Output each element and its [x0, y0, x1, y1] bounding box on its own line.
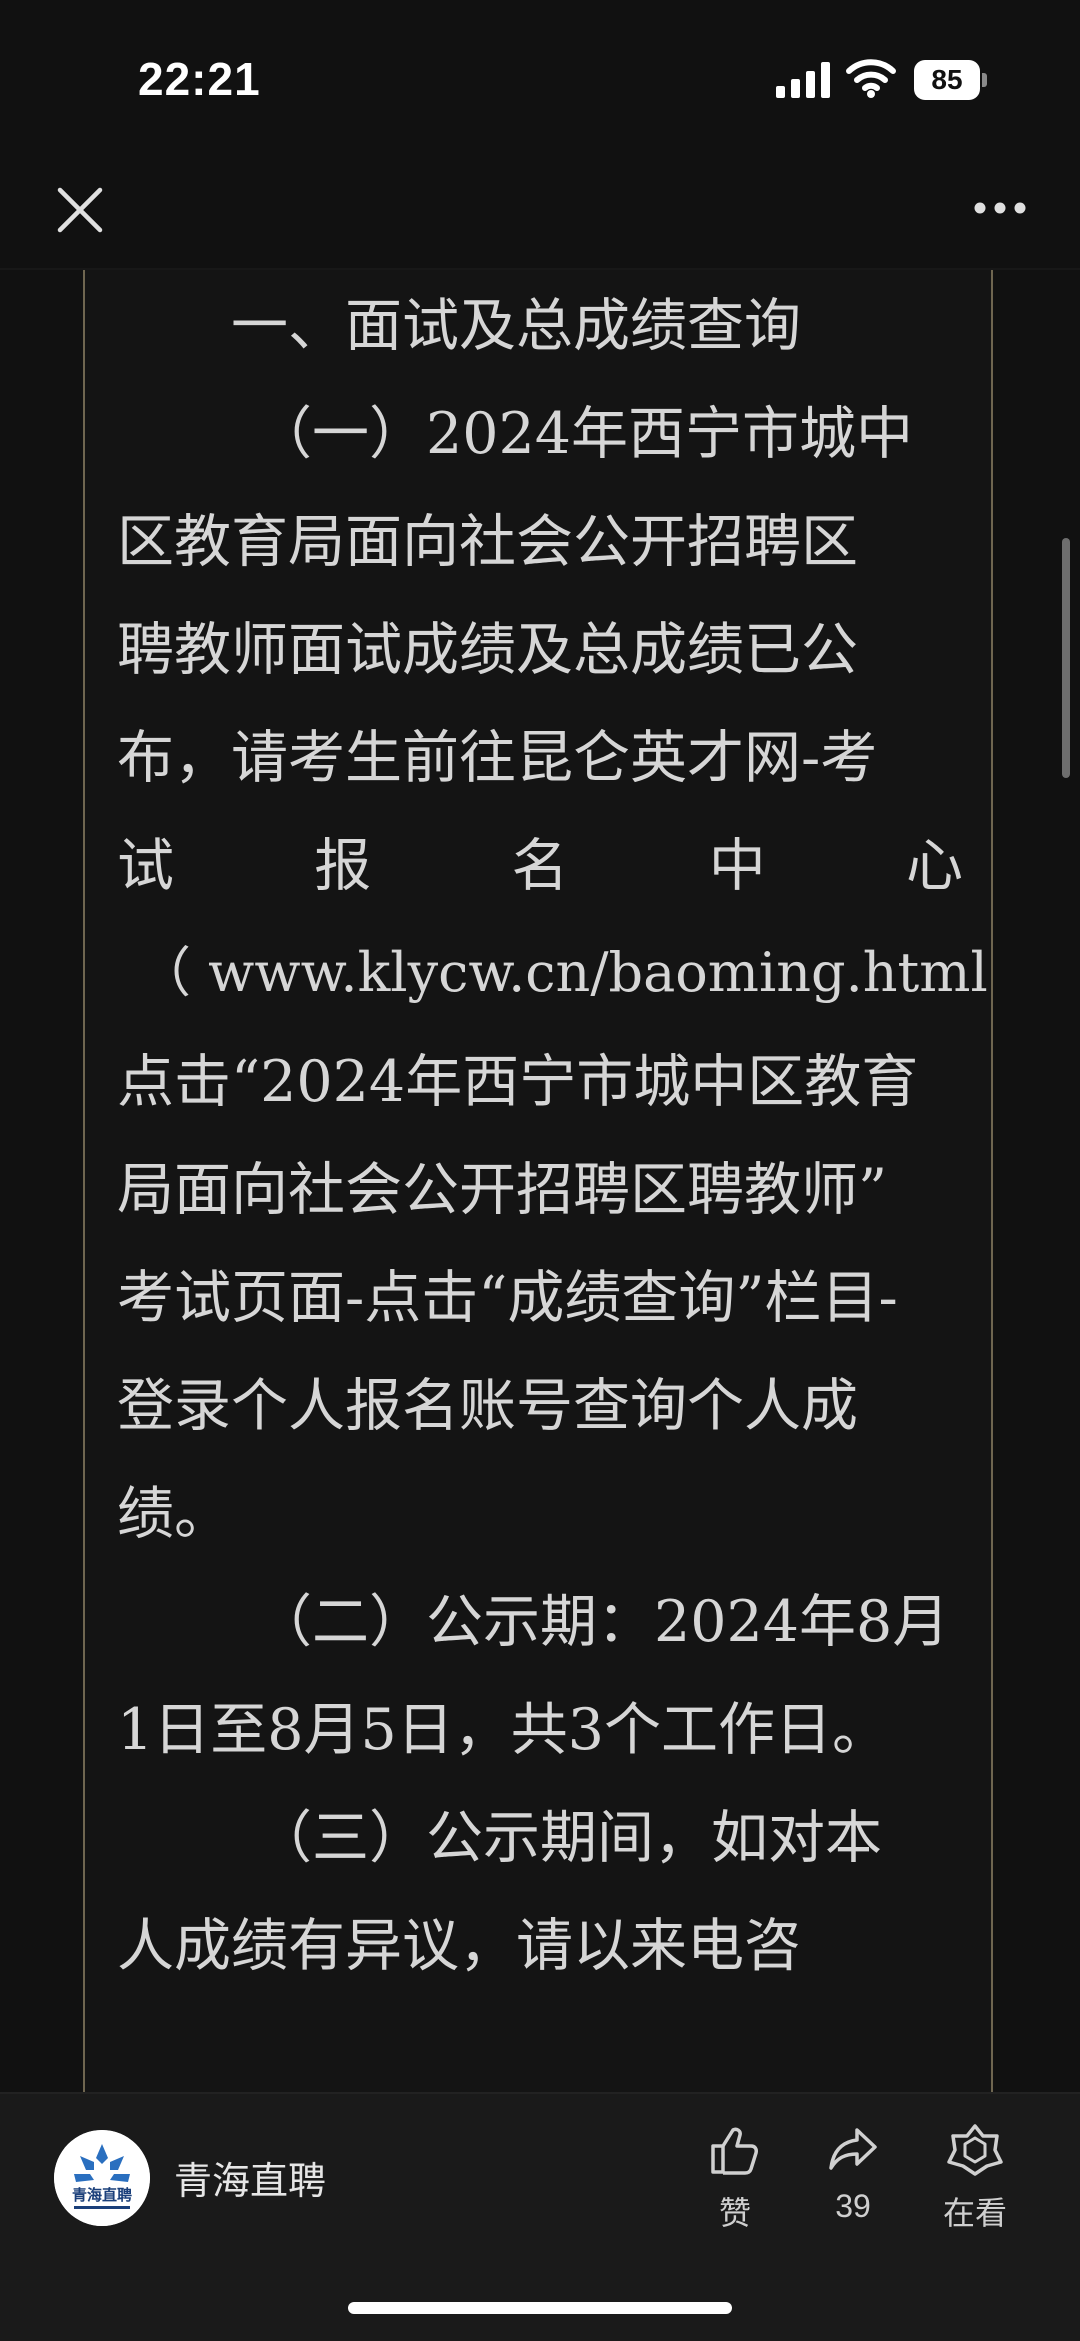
avatar-text: 青海直聘 — [72, 2186, 132, 2204]
share-button[interactable]: 39 — [798, 2122, 908, 2225]
account-name[interactable]: 青海直聘 — [174, 2150, 326, 2205]
article-line: 绩。 — [117, 1481, 231, 1547]
article-line: （二）公示期：2024年8月 — [255, 1589, 950, 1655]
article-line: （三）公示期间，如对本 — [255, 1805, 882, 1871]
share-count: 39 — [835, 2188, 871, 2224]
article-line: 1日至8月5日，共3个工作日。 — [117, 1697, 890, 1763]
article-line: 局面向社会公开招聘区聘教师” — [117, 1157, 888, 1223]
thumbs-up-icon — [711, 2127, 758, 2175]
spaced-char: 名 — [511, 833, 569, 899]
article-line: 人成绩有异议，请以来电咨 — [117, 1913, 801, 1979]
signal-icon — [776, 62, 830, 98]
home-indicator[interactable] — [348, 2302, 732, 2314]
article-url-line[interactable]: （ www.klycw.cn/baoming.html)- — [137, 928, 991, 1007]
status-bar: 22:21 85 — [0, 0, 1080, 160]
watching-flower-icon — [947, 2124, 1003, 2176]
article-line: 点击“2024年西宁市城中区教育 — [117, 1049, 919, 1115]
share-arrow-icon — [829, 2128, 877, 2170]
like-label: 赞 — [718, 2195, 751, 2231]
article-line-spaced: 试 报 名 中 心 — [117, 820, 963, 902]
spaced-char: 心 — [906, 833, 963, 899]
section-heading: 一、面试及总成绩查询 — [231, 293, 801, 359]
article-line: （一）2024年西宁市城中 — [255, 401, 914, 467]
article-line: 考试页面-点击“成绩查询”栏目- — [117, 1265, 898, 1331]
avatar-logo-icon: 青海直聘 — [54, 2130, 150, 2226]
article-line: 布，请考生前往昆仑英才网-考 — [117, 725, 878, 791]
like-button[interactable]: 赞 — [680, 2122, 790, 2234]
article-content: 一、面试及总成绩查询 （一）2024年西宁市城中 区教育局面向社会公开招聘区 聘… — [83, 270, 993, 2092]
avatar[interactable]: 青海直聘 — [54, 2130, 150, 2226]
spaced-char: 试 — [117, 833, 174, 899]
article-line: 区教育局面向社会公开招聘区 — [117, 509, 858, 575]
battery-level: 85 — [931, 64, 963, 95]
status-time: 22:21 — [138, 53, 261, 105]
watching-button[interactable]: 在看 — [920, 2122, 1030, 2234]
battery-tip — [982, 73, 987, 87]
article-line: 登录个人报名账号查询个人成 — [117, 1373, 858, 1439]
more-icon[interactable] — [970, 188, 1030, 228]
scrollbar[interactable] — [1062, 538, 1070, 778]
watching-label: 在看 — [942, 2195, 1007, 2231]
spaced-char: 报 — [314, 833, 372, 899]
article-line: 聘教师面试成绩及总成绩已公 — [117, 617, 858, 683]
close-icon[interactable] — [52, 182, 108, 238]
wifi-icon — [846, 59, 896, 98]
battery-indicator: 85 — [914, 60, 987, 100]
spaced-char: 中 — [708, 833, 766, 899]
